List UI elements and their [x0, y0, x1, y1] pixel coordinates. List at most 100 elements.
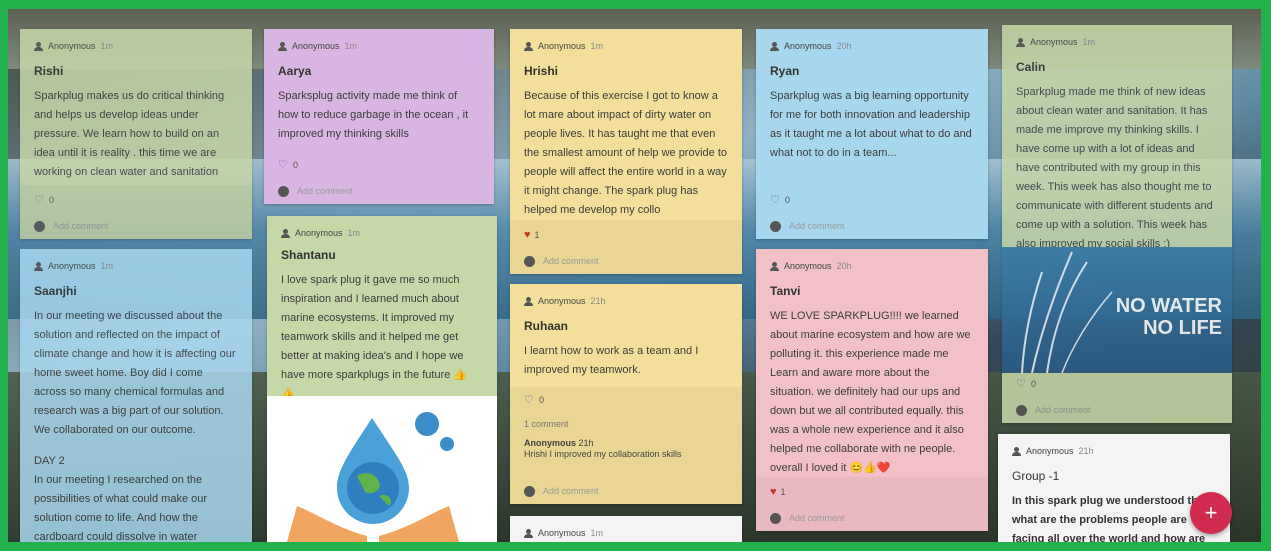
post-card-rishi[interactable]: Anonymous 1m Rishi Sparkplug makes us do …	[20, 29, 252, 239]
post-time: 1m	[590, 527, 604, 538]
post-card-hrishi[interactable]: Anonymous 1m Hrishi Because of this exerc…	[510, 29, 742, 274]
like-count: 0	[539, 394, 545, 405]
like-count: 1	[780, 486, 786, 497]
author-name: Anonymous	[538, 527, 586, 538]
post-time: 21h	[590, 295, 606, 306]
person-icon	[1012, 446, 1021, 456]
post-title: Ruhaan	[524, 319, 569, 333]
like-row[interactable]: ♡ 0	[278, 156, 480, 174]
heart-filled-icon[interactable]: ♥	[524, 230, 531, 241]
post-body: Sparkplug makes us do critical thinking …	[34, 90, 225, 178]
like-row[interactable]: ♥ 1	[524, 226, 728, 244]
post-card-ruhaan[interactable]: Anonymous 21h Ruhaan I learnt how to work…	[510, 284, 742, 504]
like-row[interactable]: ♡ 0	[770, 191, 974, 209]
add-comment-button[interactable]: Add comment	[770, 511, 974, 525]
post-card-partial[interactable]: Anonymous 1m	[510, 516, 742, 542]
like-row[interactable]: ♡ 0	[1016, 375, 1218, 393]
post-body: Because of this exercise I got to know a…	[524, 90, 728, 216]
heart-outline-icon[interactable]: ♡	[524, 395, 535, 406]
water-hands-icon	[287, 412, 459, 542]
post-time: 1m	[100, 40, 114, 51]
post-time: 1m	[590, 40, 604, 51]
post-card-saanjhi[interactable]: Anonymous 1m Saanjhi In our meeting we di…	[20, 249, 252, 542]
author-name: Anonymous	[784, 40, 832, 51]
post-footer: ♡ 0 Add comment	[264, 150, 494, 204]
like-count: 0	[1031, 378, 1037, 389]
post-card-aarya[interactable]: Anonymous 1m Aarya Sparksplug activity ma…	[264, 29, 494, 204]
add-comment-button[interactable]: Add comment	[278, 184, 480, 198]
person-icon	[34, 41, 43, 51]
post-footer: ♡ 0 1 comment Anonymous 21h Hrishi I impr…	[510, 387, 742, 504]
like-row[interactable]: ♡ 0	[34, 191, 238, 209]
add-comment-button[interactable]: Add comment	[770, 219, 974, 233]
avatar	[770, 220, 781, 232]
post-body: In our meeting we discussed about the so…	[34, 310, 236, 436]
author-name: Anonymous	[538, 40, 586, 51]
post-author: Anonymous 1m	[278, 39, 480, 53]
post-body: Sparksplug activity made me think of how…	[278, 90, 469, 140]
post-author: Anonymous 21h	[1012, 444, 1216, 458]
post-body: WE LOVE SPARKPLUG!!!! we learned about m…	[770, 310, 971, 474]
post-title: Calin	[1016, 60, 1046, 74]
person-icon	[278, 41, 287, 51]
post-author: Anonymous 1m	[34, 39, 238, 53]
post-card-calin[interactable]: Anonymous 1m Calin Sparkplug made me thin…	[1002, 25, 1232, 423]
post-card-shantanu[interactable]: Anonymous 1m Shantanu I love spark plug i…	[267, 216, 497, 542]
avatar	[524, 485, 535, 497]
comment-author: Anonymous	[524, 438, 577, 448]
like-row[interactable]: ♡ 0	[524, 391, 728, 409]
post-body: I learnt how to work as a team and I imp…	[524, 345, 699, 376]
person-icon	[34, 261, 43, 271]
add-comment-button[interactable]: Add comment	[1016, 403, 1218, 417]
post-time: 1m	[1082, 36, 1096, 47]
add-comment-button[interactable]: Add comment	[524, 484, 728, 498]
post-author: Anonymous 21h	[524, 294, 728, 308]
author-name: Anonymous	[48, 260, 96, 271]
comment-item: Anonymous 21h Hrishi I improved my colla…	[524, 438, 728, 460]
add-comment-button[interactable]: Add comment	[524, 254, 728, 268]
avatar	[524, 255, 535, 267]
heart-outline-icon[interactable]: ♡	[1016, 379, 1027, 390]
person-icon	[770, 41, 779, 51]
heart-outline-icon[interactable]: ♡	[278, 160, 289, 171]
add-comment-button[interactable]: Add comment	[34, 219, 238, 233]
post-time: 21h	[1078, 445, 1094, 456]
avatar	[278, 185, 289, 197]
post-title: Rishi	[34, 64, 64, 78]
post-title: Aarya	[278, 64, 312, 78]
post-card-ryan[interactable]: Anonymous 20h Ryan Sparkplug was a big le…	[756, 29, 988, 239]
post-author: Anonymous 1m	[524, 526, 728, 540]
like-count: 0	[293, 159, 299, 170]
author-name: Anonymous	[1030, 36, 1078, 47]
person-icon	[524, 41, 533, 51]
heart-outline-icon[interactable]: ♡	[34, 195, 45, 206]
post-footer: ♡ 0 Add comment	[20, 185, 252, 239]
post-author: Anonymous 1m	[1016, 35, 1218, 49]
person-icon	[524, 296, 533, 306]
post-time: 20h	[836, 260, 852, 271]
add-post-button[interactable]: +	[1190, 492, 1232, 534]
no-water-no-life-poster: NO WATER NO LIFE	[1002, 247, 1232, 373]
heart-filled-icon[interactable]: ♥	[770, 487, 777, 498]
add-comment-label: Add comment	[789, 512, 845, 523]
post-footer: ♡ 0 Add comment	[1002, 369, 1232, 423]
like-row[interactable]: ♥ 1	[770, 483, 974, 501]
person-icon	[1016, 37, 1025, 47]
author-name: Anonymous	[784, 260, 832, 271]
post-card-tanvi[interactable]: Anonymous 20h Tanvi WE LOVE SPARKPLUG!!!!…	[756, 249, 988, 531]
post-author: Anonymous 1m	[524, 39, 728, 53]
post-title: Group -1	[1012, 469, 1060, 483]
comment-count-link[interactable]: 1 comment	[524, 415, 728, 434]
post-body: Sparkplug was a big learning opportunity…	[770, 90, 972, 159]
poster-text-line1: NO WATER	[1115, 295, 1222, 317]
add-comment-label: Add comment	[543, 255, 599, 266]
heart-outline-icon[interactable]: ♡	[770, 195, 781, 206]
person-icon	[281, 228, 290, 238]
post-body: Sparkplug made me think of new ideas abo…	[1016, 86, 1213, 250]
post-author: Anonymous 20h	[770, 39, 974, 53]
post-time: 1m	[100, 260, 114, 271]
add-comment-label: Add comment	[53, 220, 109, 231]
comment-text: Hrishi I improved my collaboration skill…	[524, 449, 682, 459]
post-title: Saanjhi	[34, 284, 77, 298]
author-name: Anonymous	[292, 40, 340, 51]
